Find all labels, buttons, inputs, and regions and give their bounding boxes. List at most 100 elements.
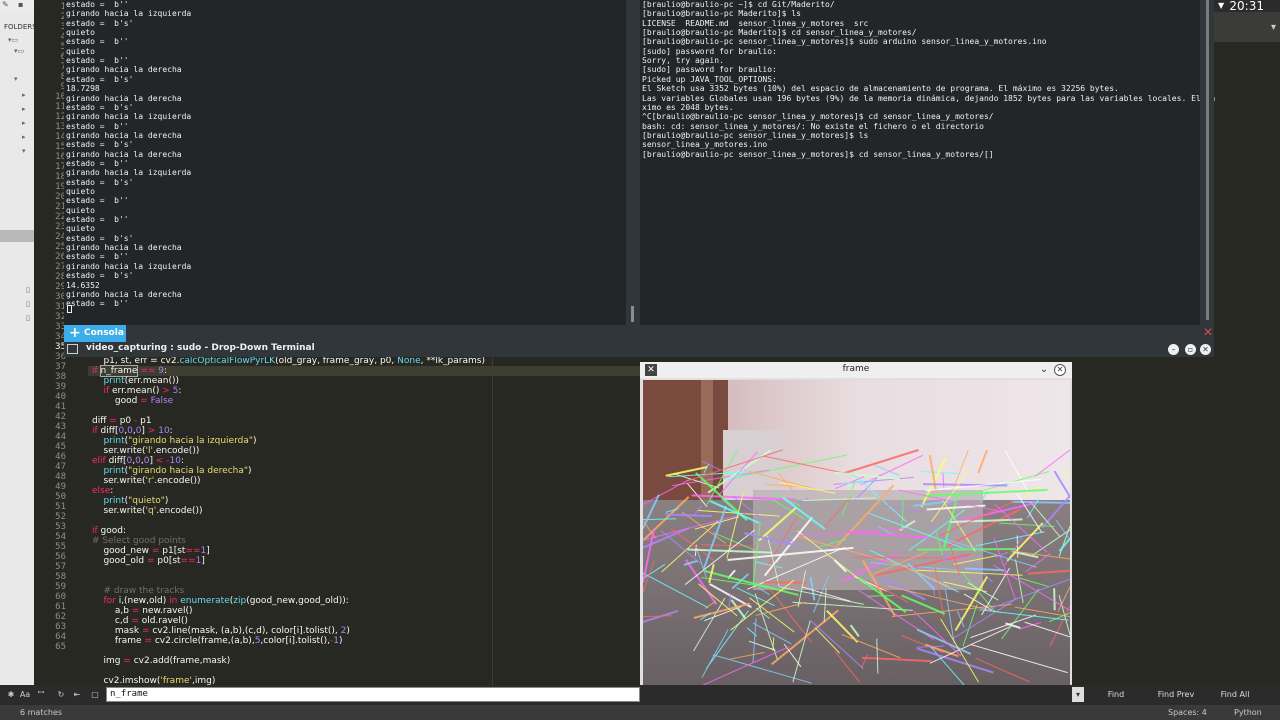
app-launcher-icon[interactable]: ✎ xyxy=(2,0,9,9)
find-input[interactable]: n_frame xyxy=(106,687,640,702)
code-line: if diff[0,0,0] > 10: xyxy=(92,426,173,436)
syntax-setting[interactable]: Python xyxy=(1234,705,1262,720)
frame-titlebar[interactable]: frame ✕ ⌄ ✕ xyxy=(640,362,1072,378)
code-line: print("girando hacia la derecha") xyxy=(103,466,252,476)
regex-toggle-icon[interactable]: ✱ xyxy=(4,688,18,702)
code-line: ser.write('l'.encode()) xyxy=(92,446,200,456)
folder-open-icon[interactable]: ▾ xyxy=(14,75,18,83)
terminal-line: ^C[braulio@braulio-pc sensor_linea_y_mot… xyxy=(642,112,994,122)
tray-app-icon[interactable]: ▪ xyxy=(18,0,23,9)
code-line: # draw the tracks xyxy=(103,586,185,596)
terminal-line: estado = b'' xyxy=(66,252,129,262)
tray-menu-arrow-icon[interactable]: ▼ xyxy=(1218,1,1224,10)
terminal-line: girando hacia la izquierda xyxy=(66,261,192,271)
code-line: diff = p0 - p1 xyxy=(92,416,152,426)
line-number: 55 xyxy=(55,542,66,552)
line-number: 52 xyxy=(55,512,66,522)
whole-word-toggle[interactable]: "" xyxy=(34,688,48,702)
indentation-setting[interactable]: Spaces: 4 xyxy=(1168,705,1207,720)
new-tab-plus-icon[interactable]: + xyxy=(69,325,81,341)
find-bar: ✱ Aa "" ↻ ⇤ ▢ n_frame ▾ Find Find Prev F… xyxy=(0,685,1280,705)
terminal-line: estado = b'' xyxy=(66,196,129,206)
sidebar-folders-label: FOLDERS xyxy=(4,23,37,31)
terminal-right-pane[interactable]: [braulio@braulio-pc ~]$ cd Git/Maderito/… xyxy=(640,0,1215,325)
terminal-line: estado = b'' xyxy=(66,299,129,309)
terminal-line: girando hacia la derecha xyxy=(66,149,182,159)
terminal-line: 18.7298 xyxy=(66,84,100,94)
maximize-button[interactable]: ▫ xyxy=(1185,344,1196,355)
line-number: 57 xyxy=(55,562,66,572)
close-button[interactable]: ✕ xyxy=(1200,344,1211,355)
editor-sidebar: FOLDERS ▾▭ ▾▭ ▾ ▸ ▸ ▸ ▸ ▾ ▯ ▯ ▯ xyxy=(0,0,37,705)
code-line: frame = cv2.circle(frame,(a,b),5,color[i… xyxy=(92,636,343,646)
terminal-splitter[interactable] xyxy=(626,0,640,325)
current-line-highlight xyxy=(88,366,640,376)
find-prev-button[interactable]: Find Prev xyxy=(1148,687,1204,703)
terminal-left-pane[interactable]: estado = b'' girando hacia la izquierda es… xyxy=(64,0,626,325)
terminal-titlebar[interactable]: video_capturing : sudo - Drop-Down Termi… xyxy=(64,342,1214,357)
terminal-line: [braulio@braulio-pc sensor_linea_y_motor… xyxy=(642,149,994,159)
line-number: 54 xyxy=(55,532,66,542)
line-number: 60 xyxy=(55,592,66,602)
minimize-button[interactable]: – xyxy=(1168,344,1179,355)
tab-consola[interactable]: + Consola xyxy=(64,325,126,342)
scrollbar-thumb[interactable] xyxy=(1206,0,1209,320)
line-number: 42 xyxy=(55,412,66,422)
close-tab-icon[interactable]: ✕ xyxy=(1202,326,1214,339)
terminal-line: quieto xyxy=(66,205,95,215)
wrap-toggle-icon[interactable]: ↻ xyxy=(54,688,68,702)
line-number: 37 xyxy=(55,362,66,372)
code-line: img = cv2.add(frame,mask) xyxy=(92,656,231,666)
chevron-down-icon[interactable]: ⌄ xyxy=(1038,363,1050,377)
frame-app-icon: ✕ xyxy=(645,364,657,376)
folder-collapsed-icon[interactable]: ▸ xyxy=(22,91,26,99)
folder-open-icon[interactable]: ▾▭ xyxy=(14,47,24,55)
terminal-line: [braulio@braulio-pc sensor_linea_y_motor… xyxy=(642,37,1047,47)
line-number: 38 xyxy=(55,372,66,382)
splitter-grip[interactable] xyxy=(631,306,634,322)
terminal-line: quieto xyxy=(66,224,95,234)
folder-collapsed-icon[interactable]: ▸ xyxy=(22,133,26,141)
file-icon[interactable]: ▯ xyxy=(26,314,30,322)
folder-collapsed-icon[interactable]: ▸ xyxy=(22,119,26,127)
frame-close-button[interactable]: ✕ xyxy=(1054,364,1066,376)
file-icon[interactable]: ▯ xyxy=(26,286,30,294)
terminal-line: Sorry, try again. xyxy=(642,56,724,66)
code-line: good_new = p1[st==1] xyxy=(92,546,210,556)
terminal-app-icon xyxy=(67,344,78,354)
terminal-line: estado = b's' xyxy=(66,74,134,84)
line-number: 59 xyxy=(55,582,66,592)
code-line: if err.mean() > 5: xyxy=(103,386,182,396)
terminal-line: quieto xyxy=(66,187,95,196)
tab-overflow-icon[interactable]: ▾ xyxy=(1271,22,1276,33)
code-line: good = False xyxy=(92,396,174,406)
find-history-dropdown-icon[interactable]: ▾ xyxy=(1072,687,1084,702)
frame-window[interactable]: frame ✕ ⌄ ✕ xyxy=(640,362,1072,702)
code-line: c,d = old.ravel() xyxy=(92,616,188,626)
terminal-line: girando hacia la derecha xyxy=(66,93,182,103)
terminal-line: Las variables Globales usan 196 bytes (9… xyxy=(642,93,1216,103)
highlight-matches-toggle-icon[interactable]: ▢ xyxy=(88,688,102,702)
line-number: 65 xyxy=(55,642,66,652)
case-sensitive-toggle[interactable]: Aa xyxy=(18,688,32,702)
flow-track-line xyxy=(1011,500,1070,504)
terminal-line: [sudo] password for braulio: xyxy=(642,65,777,75)
terminal-line: El Sketch usa 3352 bytes (10%) del espac… xyxy=(642,84,1119,94)
line-number: 53 xyxy=(55,522,66,532)
terminal-window-title: video_capturing : sudo - Drop-Down Termi… xyxy=(86,343,315,353)
code-line: a,b = new.ravel() xyxy=(92,606,193,616)
file-icon[interactable]: ▯ xyxy=(26,300,30,308)
folder-collapsed-icon[interactable]: ▸ xyxy=(22,105,26,113)
terminal-scrollbar[interactable] xyxy=(1200,0,1214,325)
status-bar: 6 matches Spaces: 4 Python xyxy=(0,705,1280,720)
match-count: 6 matches xyxy=(20,708,63,717)
find-all-button[interactable]: Find All xyxy=(1210,687,1260,703)
line-number: 47 xyxy=(55,462,66,472)
folder-open-icon[interactable]: ▾▭ xyxy=(8,36,18,44)
line-number: 45 xyxy=(55,442,66,452)
folder-open-icon[interactable]: ▾ xyxy=(22,147,26,155)
line-number: 49 xyxy=(55,482,66,492)
find-button[interactable]: Find xyxy=(1090,687,1142,703)
in-selection-toggle-icon[interactable]: ⇤ xyxy=(70,688,84,702)
terminal-line: ximo es 2048 bytes. xyxy=(642,102,734,112)
